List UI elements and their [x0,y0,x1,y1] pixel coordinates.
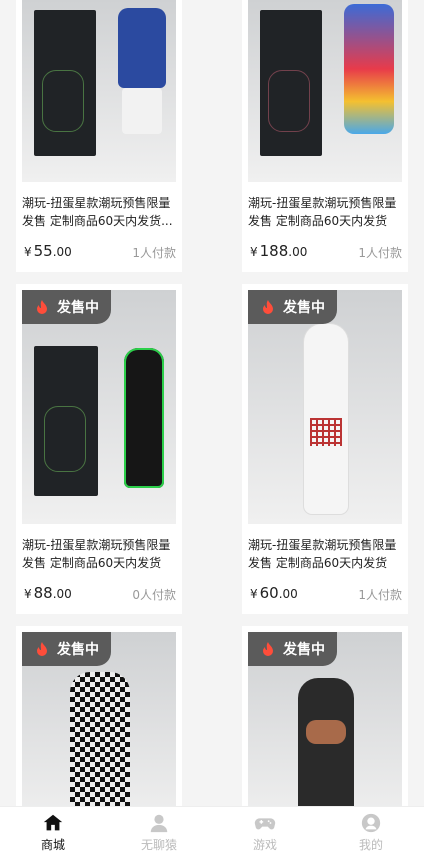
product-card[interactable]: 发售中 潮玩-扭蛋星款潮玩预售限量发售 定制商品60天内发货(... ¥88.0… [16,284,182,614]
profile-icon [361,813,381,833]
tab-label: 我的 [358,838,383,852]
paid-count: 0人付款 [132,588,176,602]
bottom-tab-bar: 商城 无聊猿 游戏 我的 [0,806,424,858]
product-price: ¥60.00 [250,584,298,602]
fire-icon [263,642,273,656]
tab-label: 游戏 [252,838,277,852]
product-card[interactable]: 发售中 [16,626,182,826]
paid-count: 1人付款 [132,246,176,260]
toy-figure [70,672,130,826]
toy-figure [118,8,166,88]
product-card[interactable]: 潮玩-扭蛋星款潮玩预售限量发售 定制商品60天内发货(... ¥188.00 1… [242,0,408,272]
product-image[interactable]: 发售中 [248,632,402,826]
person-icon [150,814,168,833]
product-title: 潮玩-扭蛋星款潮玩预售限量发售 定制商品60天内发货(... [22,538,171,570]
on-sale-badge: 发售中 [22,290,111,324]
product-image[interactable]: 发售中 [22,632,176,826]
fire-icon [37,300,47,314]
tab-label: 无聊猿 [140,838,177,852]
tab-mine[interactable]: 我的 [318,807,424,858]
product-image[interactable]: 发售中 [22,290,176,524]
product-card[interactable]: 发售中 潮玩-扭蛋星款潮玩预售限量发售 定制商品60天内发货(... ¥60.0… [242,284,408,614]
paid-count: 1人付款 [358,588,402,602]
gamepad-icon [254,818,276,830]
tab-ape[interactable]: 无聊猿 [106,807,212,858]
fire-icon [37,642,47,656]
paid-count: 1人付款 [358,246,402,260]
on-sale-badge: 发售中 [248,632,337,666]
tab-game[interactable]: 游戏 [212,807,318,858]
toy-figure [344,4,394,134]
tab-mall[interactable]: 商城 [0,807,106,858]
tab-label: 商城 [40,838,65,852]
product-card[interactable]: 潮玩-扭蛋星款潮玩预售限量发售 定制商品60天内发货... ¥55.00 1人付… [16,0,182,272]
on-sale-badge: 发售中 [248,290,337,324]
product-price: ¥88.00 [24,584,72,602]
product-image[interactable] [248,0,402,182]
product-title: 潮玩-扭蛋星款潮玩预售限量发售 定制商品60天内发货... [22,196,173,228]
home-icon [43,814,63,831]
toy-figure [298,678,354,826]
product-price: ¥55.00 [24,242,72,260]
toy-figure [124,348,164,488]
product-title: 潮玩-扭蛋星款潮玩预售限量发售 定制商品60天内发货(... [248,538,397,570]
product-price: ¥188.00 [250,242,308,260]
on-sale-badge: 发售中 [22,632,111,666]
product-title: 潮玩-扭蛋星款潮玩预售限量发售 定制商品60天内发货(... [248,196,397,228]
product-card[interactable]: 发售中 [242,626,408,826]
fire-icon [263,300,273,314]
product-image[interactable]: 发售中 [248,290,402,524]
product-image[interactable] [22,0,176,182]
